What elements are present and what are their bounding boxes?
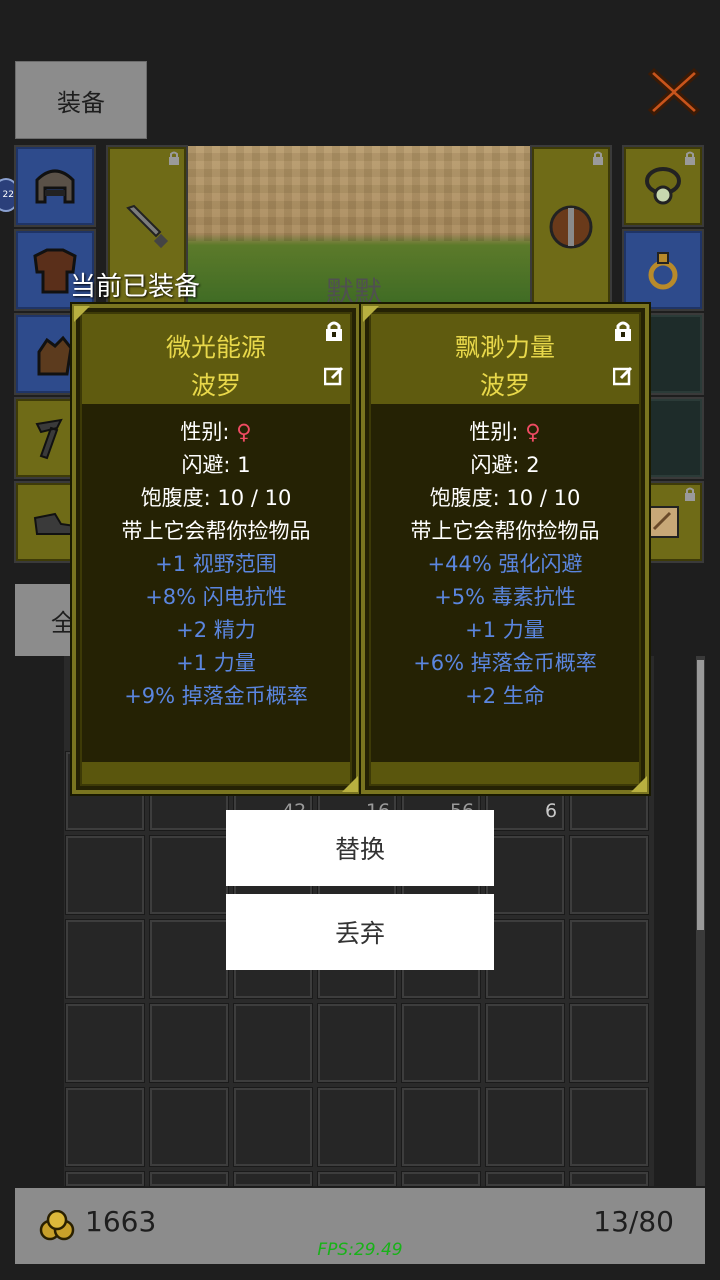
- bonus-line: +9% 掉落金币概率: [124, 684, 308, 708]
- bonus-line: +1 力量: [465, 618, 545, 642]
- inventory-slot[interactable]: [233, 1087, 313, 1167]
- inventory-slot[interactable]: [401, 1003, 481, 1083]
- inventory-slot[interactable]: [317, 1087, 397, 1167]
- scrollbar-thumb[interactable]: [697, 660, 704, 930]
- stat-gender: 性别: ♀: [76, 416, 356, 449]
- equipped-title: 当前已装备: [70, 272, 201, 302]
- bonus-line: +44% 强化闪避: [427, 552, 583, 576]
- inventory-slot[interactable]: [65, 1003, 145, 1083]
- bonus-line: +1 视野范围: [155, 552, 277, 576]
- stat-line: 带上它会帮你捡物品: [121, 519, 311, 543]
- ring-icon: [648, 252, 678, 290]
- stat-line: 闪避: 1: [181, 453, 251, 477]
- slot-ring[interactable]: [622, 229, 704, 311]
- item-owner: 波罗: [190, 371, 241, 400]
- bonus-line: +6% 掉落金币概率: [413, 651, 597, 675]
- item-card-selected: 飘渺力量 波罗 性别: ♀ 闪避: 2 饱腹度: 10 / 10 带上它会帮你捡…: [359, 302, 651, 796]
- tab-equipment[interactable]: 装备: [15, 61, 147, 139]
- inventory-slot[interactable]: [233, 1003, 313, 1083]
- inventory-slot[interactable]: [569, 1087, 649, 1167]
- lock-icon: [169, 151, 179, 165]
- inventory-slot[interactable]: [569, 919, 649, 999]
- bonus-line: +1 力量: [176, 651, 256, 675]
- inventory-slot[interactable]: [65, 1171, 145, 1187]
- inventory-slot[interactable]: [401, 1087, 481, 1167]
- lock-icon[interactable]: [613, 320, 633, 342]
- inventory-slot[interactable]: [569, 1003, 649, 1083]
- dagger-icon: [126, 204, 169, 249]
- replace-button[interactable]: 替换: [226, 810, 494, 886]
- gold-amount: 1663: [85, 1205, 157, 1238]
- inventory-slot[interactable]: [485, 1087, 565, 1167]
- card-footer-band: [82, 762, 350, 784]
- inventory-slot[interactable]: [149, 1087, 229, 1167]
- shield-icon: [549, 205, 593, 249]
- gold-coins-icon: [39, 1210, 75, 1241]
- lock-icon: [593, 151, 603, 165]
- gender-label: 性别:: [180, 420, 237, 444]
- item-card-equipped: 微光能源 波罗 性别: ♀ 闪避: 1 饱腹度: 10 / 10 带上它会帮你捡…: [70, 302, 362, 796]
- inventory-slot[interactable]: [149, 919, 229, 999]
- gender-symbol: ♀: [236, 420, 252, 444]
- close-icon[interactable]: [647, 66, 701, 118]
- stat-line: 闪避: 2: [470, 453, 540, 477]
- slot-offhand[interactable]: [530, 145, 612, 309]
- inventory-slot[interactable]: [65, 919, 145, 999]
- item-quantity: 6: [545, 800, 558, 822]
- fps-counter: FPS:29.49: [317, 1240, 403, 1260]
- stat-line: 饱腹度: 10 / 10: [429, 486, 581, 510]
- inventory-slot[interactable]: [149, 1171, 229, 1187]
- inventory-slot[interactable]: [65, 1087, 145, 1167]
- inventory-slot[interactable]: [485, 1171, 565, 1187]
- item-name: 飘渺力量: [454, 333, 555, 362]
- discard-button[interactable]: 丢弃: [226, 894, 494, 970]
- inventory-slot[interactable]: [401, 1171, 481, 1187]
- bonus-line: +2 精力: [176, 618, 256, 642]
- stat-gender: 性别: ♀: [365, 416, 645, 449]
- amulet-icon: [645, 167, 681, 205]
- inventory-slot[interactable]: [485, 919, 565, 999]
- gender-symbol: ♀: [525, 420, 541, 444]
- lock-icon[interactable]: [324, 320, 344, 342]
- item-stats: 性别: ♀ 闪避: 1 饱腹度: 10 / 10 带上它会帮你捡物品 +1 视野…: [76, 416, 356, 713]
- inventory-slot[interactable]: [149, 835, 229, 915]
- item-owner: 波罗: [479, 371, 530, 400]
- bonus-line: +2 生命: [465, 684, 545, 708]
- inventory-slot[interactable]: [233, 1171, 313, 1187]
- inventory-slot[interactable]: [485, 1003, 565, 1083]
- gender-label: 性别:: [469, 420, 526, 444]
- inventory-slot[interactable]: [569, 835, 649, 915]
- inventory-slot[interactable]: [149, 1003, 229, 1083]
- item-name: 微光能源: [165, 333, 266, 362]
- tab-all[interactable]: 全: [15, 584, 75, 656]
- stat-line: 饱腹度: 10 / 10: [140, 486, 292, 510]
- slot-amulet[interactable]: [622, 145, 704, 227]
- bonus-line: +5% 毒素抗性: [434, 585, 576, 609]
- slot-helmet[interactable]: [14, 145, 96, 227]
- inventory-slot[interactable]: [317, 1171, 397, 1187]
- inventory-slot[interactable]: [569, 1171, 649, 1187]
- inventory-slot[interactable]: [65, 835, 145, 915]
- rename-icon[interactable]: [613, 366, 633, 386]
- inventory-capacity: 13/80: [593, 1205, 674, 1238]
- stat-line: 带上它会帮你捡物品: [410, 519, 600, 543]
- helmet-icon: [35, 169, 75, 204]
- bonus-line: +8% 闪电抗性: [145, 585, 287, 609]
- inventory-slot[interactable]: [485, 835, 565, 915]
- card-footer-band: [371, 762, 639, 784]
- rename-icon[interactable]: [324, 366, 344, 386]
- inventory-slot[interactable]: [317, 1003, 397, 1083]
- item-stats: 性别: ♀ 闪避: 2 饱腹度: 10 / 10 带上它会帮你捡物品 +44% …: [365, 416, 645, 713]
